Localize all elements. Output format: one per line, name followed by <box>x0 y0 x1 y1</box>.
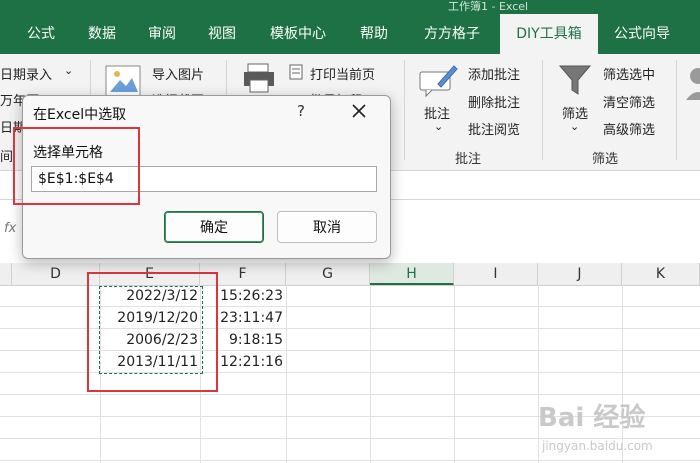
tab-diy-toolbox[interactable]: DIY工具箱 <box>500 14 598 54</box>
tab-ffgz[interactable]: 方方格子 <box>410 14 494 54</box>
delete-comment-button[interactable]: 删除批注 <box>468 92 520 111</box>
column-header-h[interactable]: H <box>370 263 454 285</box>
ribbon-tabs: 公式 数据 审阅 视图 模板中心 帮助 方方格子 DIY工具箱 公式向导 <box>0 14 700 54</box>
print-page-icon <box>289 64 303 80</box>
title-bar: 工作簿1 - Excel <box>0 0 700 14</box>
grid-line <box>370 285 371 463</box>
print-current-page-button[interactable]: 打印当前页 <box>310 64 375 83</box>
column-header-g[interactable]: G <box>286 263 370 285</box>
add-comment-button[interactable]: 添加批注 <box>468 64 520 83</box>
chevron-down-icon[interactable]: ⌄ <box>434 120 443 133</box>
date-entry-button[interactable]: 日期录入 <box>0 64 52 83</box>
help-icon[interactable]: ? <box>297 102 305 120</box>
baidu-watermark-logo: Bai 经验 jingyan.baidu.com <box>538 402 653 453</box>
watermark-text: Bai 经验 <box>538 402 645 433</box>
grid-line <box>286 285 287 463</box>
ribbon-separator <box>542 60 543 160</box>
filter-selected-button[interactable]: 筛选选中 <box>603 64 655 83</box>
chevron-down-icon[interactable]: ⌄ <box>64 64 73 77</box>
corner-cell[interactable] <box>0 263 12 285</box>
chevron-down-icon[interactable]: ⌄ <box>570 120 579 133</box>
tab-formula-wizard[interactable]: 公式向导 <box>604 14 680 54</box>
column-header-i[interactable]: I <box>454 263 538 285</box>
window-title: 工作簿1 - Excel <box>448 0 529 13</box>
insert-image-button[interactable]: 导入图片 <box>152 64 204 83</box>
close-icon[interactable] <box>349 101 369 121</box>
column-header-k[interactable]: K <box>622 263 700 285</box>
comment-group-label: 批注 <box>455 152 482 167</box>
grid-line <box>454 285 455 463</box>
tab-data[interactable]: 数据 <box>76 14 128 54</box>
ribbon-separator <box>676 60 677 160</box>
tab-view[interactable]: 视图 <box>196 14 248 54</box>
comment-pen-icon[interactable] <box>418 62 458 98</box>
column-header-j[interactable]: J <box>538 263 622 285</box>
filter-group-label: 筛选 <box>592 152 619 167</box>
ribbon-separator <box>404 60 405 160</box>
browse-comment-button[interactable]: 批注阅览 <box>468 119 520 138</box>
highlight-box-cells <box>87 272 218 392</box>
tab-help[interactable]: 帮助 <box>346 14 402 54</box>
cancel-button[interactable]: 取消 <box>277 211 377 243</box>
clear-filter-button[interactable]: 清空筛选 <box>603 92 655 111</box>
interval-button[interactable]: 间 <box>0 146 13 165</box>
ok-button[interactable]: 确定 <box>164 211 264 243</box>
dialog-title: 在Excel中选取 <box>33 107 127 123</box>
watermark-url: jingyan.baidu.com <box>541 439 653 453</box>
tab-template-center[interactable]: 模板中心 <box>260 14 336 54</box>
printer-icon[interactable] <box>242 62 276 94</box>
advanced-filter-button[interactable]: 高级筛选 <box>603 119 655 138</box>
tab-review[interactable]: 审阅 <box>136 14 188 54</box>
fx-icon[interactable]: fx <box>4 221 16 236</box>
highlight-box-input <box>13 127 140 205</box>
filter-funnel-icon[interactable] <box>558 64 592 96</box>
tab-formulas[interactable]: 公式 <box>12 14 70 54</box>
user-icon[interactable] <box>684 66 700 102</box>
